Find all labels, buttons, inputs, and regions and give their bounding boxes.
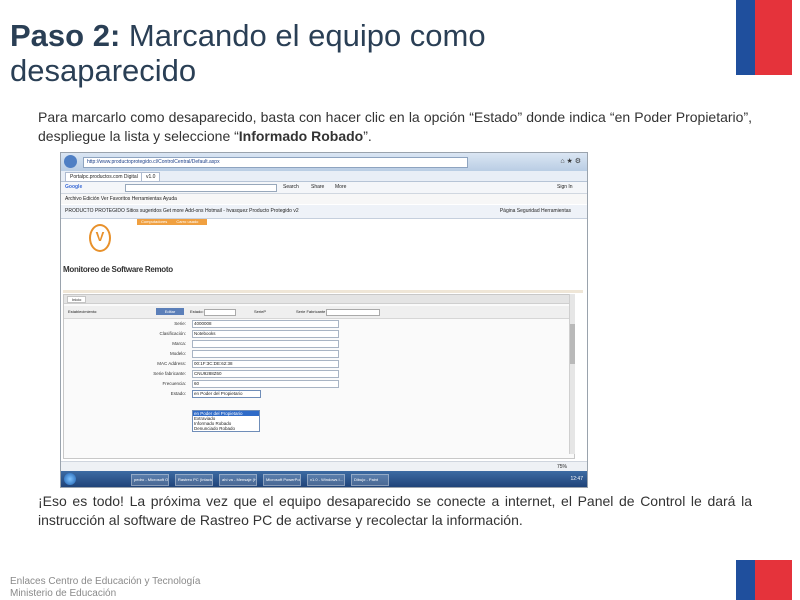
field-input[interactable]: 4000008 [192,320,339,328]
favorites-bar: PRODUCTO PROTEGIDO Sitios sugeridos Get … [61,205,587,219]
taskbar-item[interactable]: pedro - Microsoft O... [131,474,169,486]
chile-flag-bottom [736,560,792,600]
field-input[interactable] [192,350,339,358]
panel-tab[interactable]: Inicio [67,296,87,303]
para1-end: ”. [363,128,372,144]
taskbar-item[interactable]: Rastreo PC (Intacta... [175,474,213,486]
taskbar-item[interactable]: Microsoft PowerPoi... [263,474,301,486]
taskbar-item[interactable]: v1.0 - Windows I... [307,474,345,486]
title-step: Paso 2: [10,18,121,53]
app-logo: V [89,224,111,252]
field-label: Clasificación: [159,331,186,336]
taskbar-clock: 12:47 [570,476,583,482]
browser-tab-2[interactable]: v1.0 [141,172,161,182]
home-star-gear-icons[interactable]: ⌂ ★ ⚙ [560,157,581,165]
field-label: Modelo: [169,351,186,356]
browser-tab-1[interactable]: Portalpc.productos.com Digital [65,172,143,182]
field-label: Serie fabricante: [153,371,186,376]
field-input[interactable]: 60 [192,380,339,388]
address-bar[interactable]: http://www.productoprotegido.cl/ControlC… [83,157,468,168]
field-input[interactable]: Notebooks [192,330,339,338]
app-brand: Monitoreo de Software Remoto [63,265,173,274]
estado-filter-label: Estado: [190,309,204,314]
browser-titlebar: http://www.productoprotegido.cl/ControlC… [61,153,587,171]
slide-title: Paso 2: Marcando el equipo como desapare… [10,18,610,88]
google-label: Google [65,184,83,190]
chile-flag-top [736,0,792,75]
fabricante-input[interactable] [326,309,380,316]
estado-select[interactable]: en Poder del Propietario [192,390,261,398]
field-input[interactable] [192,340,339,348]
estado-filter-select[interactable] [204,309,236,316]
orange-tab-2[interactable]: Carro usado [176,219,198,224]
instruction-paragraph: Para marcarlo como desaparecido, basta c… [38,108,752,146]
embedded-screenshot: http://www.productoprotegido.cl/ControlC… [60,152,588,488]
app-page: V Computadores Carro usado Monitoreo de … [61,219,587,461]
dropdown-option[interactable]: Denunciado Robado [193,426,259,431]
field-input[interactable]: CNU9288Z60 [192,370,339,378]
favorites-right-menus[interactable]: Página Seguridad Herramientas [500,205,571,218]
establishment-row: Establecimiento: Editar Estado: SerieP S… [64,306,574,319]
establishment-label: Establecimiento: [68,309,98,314]
footer-line-1: Enlaces Centro de Educación y Tecnología [10,576,201,587]
field-label: Estado: [170,391,186,396]
orange-tab-1[interactable]: Computadores [141,219,167,224]
field-label: Serie: [174,321,186,326]
edit-button[interactable]: Editar [156,308,184,315]
taskbar-item[interactable]: ahí va - Mensaje (H... [219,474,257,486]
taskbar-item[interactable]: Dibujo - Paint [351,474,389,486]
panel-tab-header: Inicio [64,295,574,304]
para1-bold: Informado Robado [238,128,364,144]
start-orb-icon[interactable] [64,473,76,485]
field-input[interactable]: 00:1F:3C:DE:62:38 [192,360,339,368]
field-label: Frecuencia: [162,381,186,386]
signin-button[interactable]: Sign In [557,182,573,193]
field-label: Marca: [172,341,186,346]
device-panel: Inicio Establecimiento: Editar Estado: S… [63,294,575,459]
field-label: MAC Address: [157,361,186,366]
footer: Enlaces Centro de Educación y Tecnología… [10,576,201,600]
favorites-links[interactable]: PRODUCTO PROTEGIDO Sitios sugeridos Get … [65,208,299,214]
menu-bar[interactable]: Archivo Edición Ver Favoritos Herramient… [61,194,587,204]
google-search-input[interactable] [125,184,277,192]
more-button[interactable]: More [335,182,346,193]
decorative-band [63,290,583,293]
serie-filter-label: SerieP [254,309,267,314]
footer-line-2: Ministerio de Educación [10,588,117,599]
orange-nav: Computadores Carro usado [137,219,207,225]
page-scrollbar[interactable] [569,294,575,454]
google-toolbar: Google Search Share More Sign In [61,182,587,194]
share-button[interactable]: Share [311,182,324,193]
para1-start: Para marcarlo como desaparecido, basta c… [38,109,752,144]
closing-paragraph: ¡Eso es todo! La próxima vez que el equi… [38,493,752,528]
estado-dropdown-list[interactable]: en Poder del Propietario Extraviado Inform… [192,410,260,432]
windows-taskbar: pedro - Microsoft O... Rastreo PC (Intact… [61,471,587,487]
fabricante-label: Serie Fabricante [296,309,326,314]
browser-tabbar: Portalpc.productos.com Digital v1.0 [61,171,587,182]
back-icon[interactable] [64,155,77,168]
google-search-button[interactable]: Search [283,182,299,193]
